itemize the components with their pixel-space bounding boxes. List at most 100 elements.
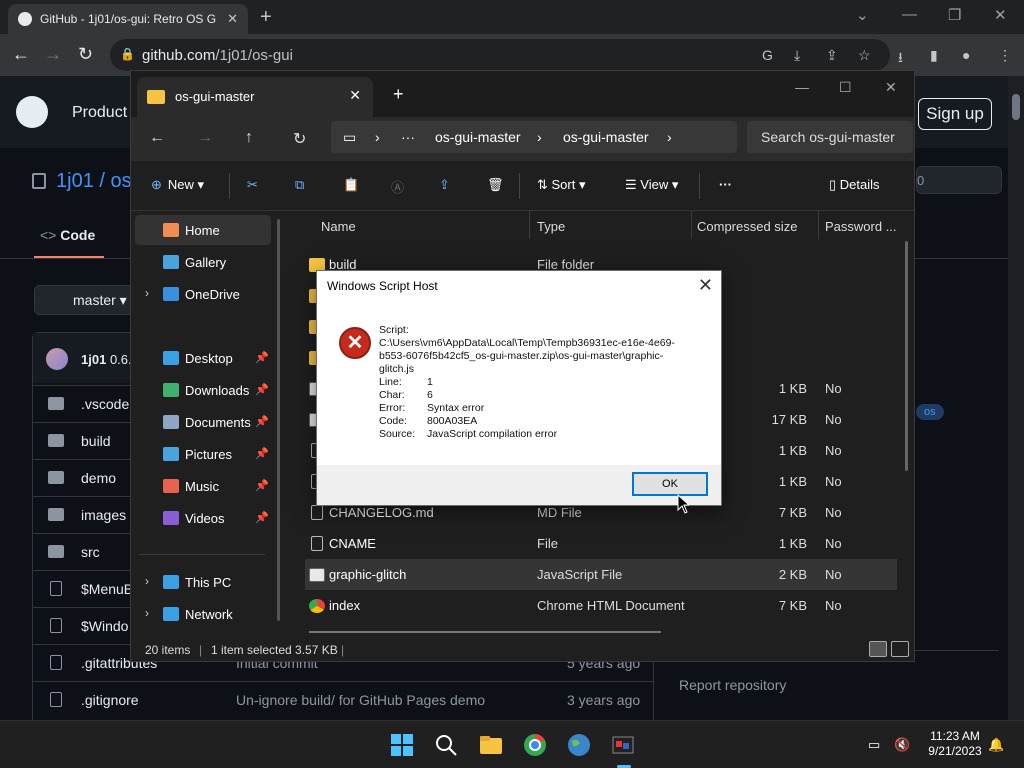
vertical-scrollbar[interactable]: [905, 241, 908, 471]
file-name-link[interactable]: $Windo: [81, 618, 128, 634]
table-row[interactable]: .gitignore Un-ignore build/ for GitHub Pa…: [33, 681, 653, 718]
sidebar-item-music[interactable]: Music 📌: [135, 471, 271, 501]
more-path-icon[interactable]: ···: [401, 129, 415, 145]
column-divider[interactable]: [818, 211, 819, 239]
path-breadcrumb[interactable]: ▭ › ··· os-gui-master › os-gui-master ›: [331, 121, 737, 153]
script-host-icon[interactable]: [611, 733, 635, 757]
bookmark-star-icon[interactable]: ☆: [858, 47, 871, 64]
sidebar-item-this-pc[interactable]: › This PC: [135, 567, 271, 597]
downloads-icon[interactable]: ⭳: [898, 47, 903, 71]
side-panel-icon[interactable]: ▮: [930, 47, 938, 64]
sign-up-button[interactable]: Sign up: [918, 98, 992, 130]
restore-icon[interactable]: ❐: [948, 6, 961, 24]
file-explorer-icon[interactable]: [479, 733, 503, 757]
chrome-icon[interactable]: [523, 733, 547, 757]
rename-icon[interactable]: Ⓐ: [391, 177, 404, 196]
file-name-link[interactable]: $MenuB: [81, 581, 133, 597]
close-icon[interactable]: ✕: [698, 275, 713, 296]
reload-icon[interactable]: ↻: [78, 44, 93, 65]
menu-kebab-icon[interactable]: ⋮: [998, 47, 1012, 64]
address-bar[interactable]: 🔒 github.com/1j01/os-gui: [110, 39, 890, 71]
close-window-icon[interactable]: ✕: [994, 6, 1007, 24]
file-name-link[interactable]: .gitignore: [81, 692, 139, 708]
chevron-right-icon[interactable]: ›: [145, 574, 149, 588]
list-item[interactable]: index Chrome HTML Document 7 KB No: [305, 590, 897, 621]
details-view-icon[interactable]: [869, 641, 887, 657]
report-repository-link[interactable]: Report repository: [679, 677, 786, 693]
sidebar-item-onedrive[interactable]: › OneDrive: [135, 279, 271, 309]
column-divider[interactable]: [529, 211, 530, 239]
sidebar-item-desktop[interactable]: Desktop 📌: [135, 343, 271, 373]
file-name-link[interactable]: .vscode: [81, 396, 129, 412]
ok-button[interactable]: OK: [632, 472, 708, 496]
close-tab-icon[interactable]: ✕: [349, 87, 361, 104]
share-icon[interactable]: ⇪: [439, 177, 450, 193]
file-name-link[interactable]: images: [81, 507, 126, 523]
github-logo-icon[interactable]: [16, 96, 48, 128]
profile-icon[interactable]: ●: [962, 47, 970, 63]
sidebar-item-pictures[interactable]: Pictures 📌: [135, 439, 271, 469]
minimize-icon[interactable]: —: [902, 6, 917, 23]
clock[interactable]: 11:23 AM 9/21/2023: [912, 729, 998, 759]
close-tab-icon[interactable]: ✕: [227, 11, 238, 27]
tab-search-icon[interactable]: ⌄: [856, 6, 869, 24]
avatar[interactable]: [46, 348, 68, 370]
forward-icon[interactable]: →: [44, 44, 62, 65]
branch-selector[interactable]: master ▾: [34, 285, 134, 315]
horizontal-scrollbar[interactable]: [309, 631, 661, 633]
search-icon[interactable]: [434, 733, 458, 757]
list-item[interactable]: CNAME File 1 KB No: [305, 528, 897, 559]
notification-bell-icon[interactable]: 🔔: [988, 737, 1004, 753]
page-scrollbar[interactable]: [1008, 76, 1024, 720]
chevron-right-icon[interactable]: ›: [145, 606, 149, 620]
topic-badge[interactable]: os: [916, 404, 944, 420]
nav-scrollbar[interactable]: [277, 219, 280, 621]
explorer-tab[interactable]: os-gui-master ✕: [137, 77, 373, 117]
column-header-type[interactable]: Type: [537, 219, 565, 234]
sort-button[interactable]: ⇅ Sort ▾: [537, 177, 586, 193]
refresh-icon[interactable]: ↻: [293, 129, 306, 149]
star-button[interactable]: 0: [916, 166, 1002, 194]
repo-title[interactable]: 1j01 / os: [56, 170, 132, 193]
share-icon[interactable]: ⇪: [826, 47, 838, 64]
sidebar-item-downloads[interactable]: Downloads 📌: [135, 375, 271, 405]
file-name-link[interactable]: build: [81, 433, 111, 449]
breadcrumb-segment[interactable]: os-gui-master: [563, 129, 649, 145]
google-icon[interactable]: G: [762, 47, 773, 63]
sidebar-item-home[interactable]: Home: [135, 215, 271, 245]
new-tab-button[interactable]: +: [260, 6, 272, 29]
search-input[interactable]: Search os-gui-master: [747, 121, 913, 153]
maximize-icon[interactable]: ☐: [839, 79, 852, 96]
sidebar-item-network[interactable]: › Network: [135, 599, 271, 629]
browser-tab[interactable]: GitHub - 1j01/os-gui: Retro OS G ✕: [8, 4, 248, 34]
up-icon[interactable]: ↑: [245, 129, 253, 147]
close-window-icon[interactable]: ✕: [885, 79, 897, 96]
back-icon[interactable]: ←: [149, 129, 165, 147]
column-header-password[interactable]: Password ...: [825, 219, 897, 234]
paste-icon[interactable]: 📋: [343, 177, 359, 193]
breadcrumb-segment[interactable]: os-gui-master: [435, 129, 521, 145]
tiles-view-icon[interactable]: [891, 641, 909, 657]
copy-icon[interactable]: ⧉: [295, 177, 304, 193]
globe-app-icon[interactable]: [567, 733, 591, 757]
start-icon[interactable]: [390, 733, 414, 757]
forward-icon[interactable]: →: [197, 129, 213, 147]
commit-message[interactable]: Un-ignore build/ for GitHub Pages demo: [236, 692, 485, 708]
this-pc-icon[interactable]: ▭: [343, 129, 356, 146]
sidebar-item-videos[interactable]: Videos 📌: [135, 503, 271, 533]
sidebar-item-gallery[interactable]: Gallery: [135, 247, 271, 277]
new-button[interactable]: ⊕ New ▾: [151, 177, 204, 193]
column-divider[interactable]: [691, 211, 692, 239]
column-header-compressed-size[interactable]: Compressed size: [697, 219, 797, 234]
file-name-link[interactable]: src: [81, 544, 100, 560]
more-options-icon[interactable]: ···: [719, 177, 732, 192]
network-icon[interactable]: ▭: [868, 737, 880, 753]
back-icon[interactable]: ←: [12, 44, 30, 65]
details-button[interactable]: ▯ Details: [829, 177, 880, 193]
commit-author[interactable]: 1j01 0.6.: [81, 352, 132, 367]
sidebar-item-documents[interactable]: Documents 📌: [135, 407, 271, 437]
chevron-right-icon[interactable]: ›: [667, 129, 672, 145]
file-name-link[interactable]: demo: [81, 470, 116, 486]
chevron-right-icon[interactable]: ›: [145, 286, 149, 300]
scrollbar-thumb[interactable]: [1012, 94, 1020, 120]
